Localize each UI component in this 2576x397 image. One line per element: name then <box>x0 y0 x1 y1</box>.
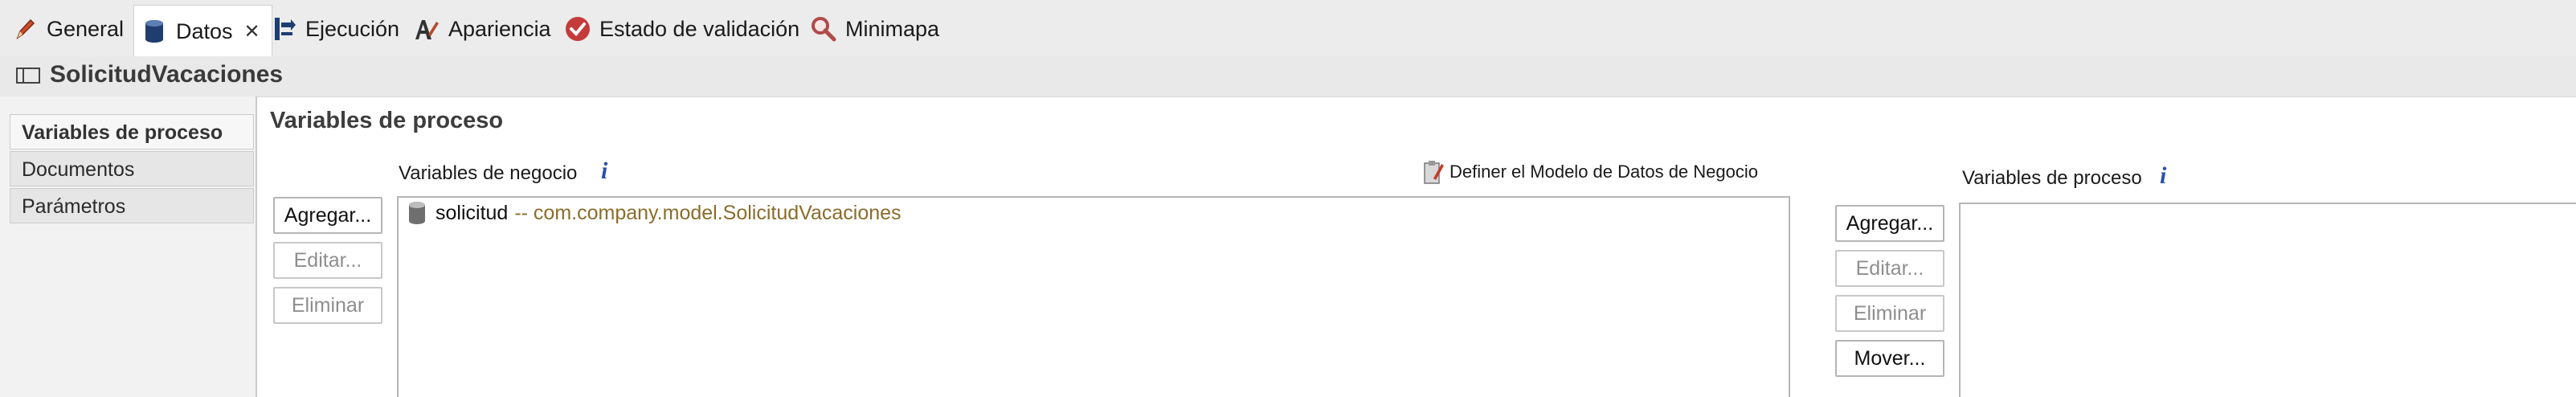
sidebar: Variables de proceso Documentos Parámetr… <box>0 96 257 397</box>
tab-label: Apariencia <box>448 16 551 41</box>
business-delete-button[interactable]: Eliminar <box>273 287 382 324</box>
database-icon <box>407 201 427 225</box>
variable-name: solicitud <box>435 201 509 224</box>
pencil-icon <box>11 15 39 43</box>
tab-datos[interactable]: Datos ✕ <box>133 5 272 57</box>
tab-label: Ejecución <box>305 16 400 41</box>
info-icon[interactable]: i <box>2160 162 2166 190</box>
process-variables-list[interactable] <box>1959 203 2576 397</box>
tab-label: Estado de validación <box>599 16 800 41</box>
validation-check-icon <box>564 15 591 43</box>
editor-header: SolicitudVacaciones <box>0 56 2576 97</box>
tab-ejecucion[interactable]: Ejecución <box>270 6 399 51</box>
business-edit-button[interactable]: Editar... <box>273 242 382 279</box>
process-move-button[interactable]: Mover... <box>1835 340 1944 377</box>
tab-minimapa[interactable]: Minimapa <box>810 6 939 51</box>
tab-label: General <box>47 16 125 41</box>
editor-tab-bar: General Datos ✕ Ejecución Apariencia Est… <box>0 0 2576 58</box>
process-delete-button[interactable]: Eliminar <box>1835 295 1944 332</box>
sidebar-item-variables-de-proceso[interactable]: Variables de proceso <box>10 114 254 149</box>
business-variables-list[interactable]: solicitud -- com.company.model.Solicitud… <box>397 196 1790 397</box>
variable-type: -- com.company.model.SolicitudVacaciones <box>514 201 902 224</box>
info-icon[interactable]: i <box>601 158 607 185</box>
tab-apariencia[interactable]: Apariencia <box>413 6 551 51</box>
execution-icon <box>270 15 297 43</box>
page-title: SolicitudVacaciones <box>50 61 284 88</box>
business-add-button[interactable]: Agregar... <box>273 197 382 234</box>
clipboard-edit-icon <box>1422 159 1445 185</box>
process-add-button[interactable]: Agregar... <box>1835 205 1944 242</box>
section-title: Variables de proceso <box>270 108 504 133</box>
define-link-label: Definer el Modelo de Datos de Negocio <box>1450 162 1759 182</box>
sidebar-item-documentos[interactable]: Documentos <box>10 151 254 186</box>
database-icon <box>141 18 168 45</box>
business-variables-label: Variables de negocio <box>399 162 578 184</box>
define-business-data-model-link[interactable]: Definer el Modelo de Datos de Negocio <box>1422 159 1758 185</box>
window-icon <box>16 68 40 84</box>
tab-estado-validacion[interactable]: Estado de validación <box>564 6 799 51</box>
tab-label: Datos <box>176 18 233 43</box>
process-variables-label: Variables de proceso <box>1962 167 2142 189</box>
close-icon[interactable]: ✕ <box>244 20 260 43</box>
tab-label: Minimapa <box>845 16 940 41</box>
magnifier-icon <box>810 15 837 43</box>
tab-general[interactable]: General <box>11 6 124 51</box>
sidebar-item-parametros[interactable]: Parámetros <box>10 188 254 223</box>
appearance-icon <box>413 15 440 43</box>
process-edit-button[interactable]: Editar... <box>1835 250 1944 287</box>
list-item[interactable]: solicitud -- com.company.model.Solicitud… <box>407 201 902 225</box>
